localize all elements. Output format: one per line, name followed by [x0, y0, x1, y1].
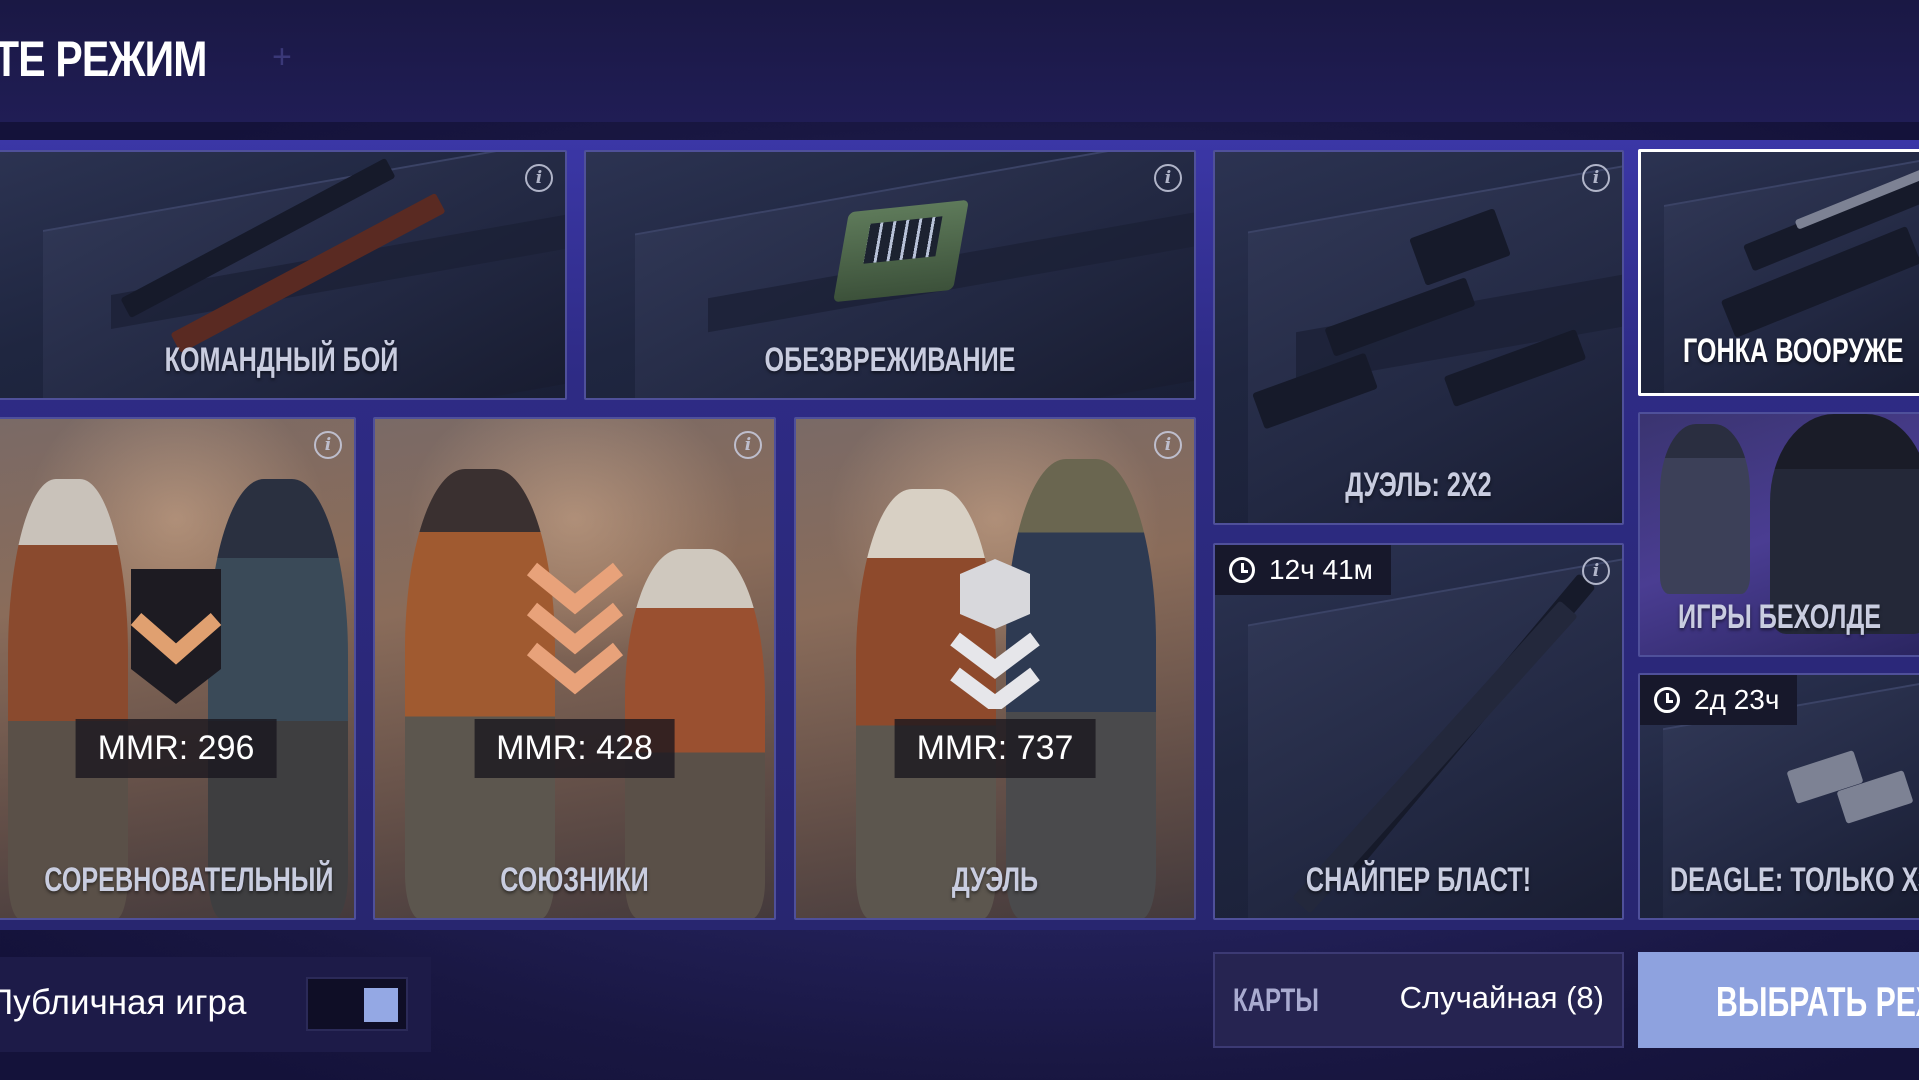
event-timer: 2д 23ч — [1640, 675, 1798, 725]
maps-value: Случайная (8) — [1399, 980, 1604, 1015]
mode-card-competitive[interactable]: i MMR: 296 СОРЕВНОВАТЕЛЬНЫЙ — [0, 417, 356, 920]
info-icon[interactable]: i — [1582, 164, 1610, 192]
public-game-row: Публичная игра — [0, 957, 431, 1052]
info-icon[interactable]: i — [1154, 431, 1182, 459]
mode-card-team-deathmatch[interactable]: i КОМАНДНЫЙ БОЙ — [0, 150, 567, 400]
mode-card-duel[interactable]: i MMR: 737 ДУЭЛЬ — [794, 417, 1196, 920]
info-icon[interactable]: i — [1154, 164, 1182, 192]
rank-badge-icon — [950, 559, 1040, 709]
mode-label: ИГРЫ БЕХОЛДЕ — [1678, 598, 1882, 636]
page-title: ТЕ РЕЖИМ — [0, 31, 207, 87]
mode-card-duel-2x2[interactable]: i ДУЭЛЬ: 2X2 — [1213, 150, 1624, 525]
clock-icon — [1654, 687, 1680, 713]
info-icon[interactable]: i — [314, 431, 342, 459]
mode-label: ДУЭЛЬ — [951, 861, 1039, 899]
mode-card-deagle-only[interactable]: 2д 23ч DEAGLE: ТОЛЬКО ХЭ — [1638, 673, 1919, 920]
mode-card-arms-race[interactable]: ГОНКА ВООРУЖЕ — [1638, 149, 1919, 396]
public-game-toggle[interactable] — [306, 977, 408, 1031]
mode-card-holder-games[interactable]: ИГРЫ БЕХОЛДЕ — [1638, 412, 1919, 657]
mode-card-sniper-blast[interactable]: i 12ч 41м СНАЙПЕР БЛАСТ! — [1213, 543, 1624, 920]
info-icon[interactable]: i — [525, 164, 553, 192]
mmr-badge: MMR: 737 — [894, 719, 1096, 778]
mode-card-allies[interactable]: i MMR: 428 СОЮЗНИКИ — [373, 417, 776, 920]
choose-mode-label: ВЫБРАТЬ РЕЖ — [1716, 978, 1919, 1025]
bomb-image — [833, 199, 970, 303]
maps-label: КАРТЫ — [1233, 982, 1319, 1018]
mmr-badge: MMR: 428 — [474, 719, 675, 778]
mode-label: КОМАНДНЫЙ БОЙ — [164, 341, 399, 379]
timer-text: 12ч 41м — [1269, 554, 1373, 585]
mode-label: DEAGLE: ТОЛЬКО ХЭ — [1670, 861, 1919, 899]
mode-label: СНАЙПЕР БЛАСТ! — [1305, 861, 1532, 899]
choose-mode-button[interactable]: ВЫБРАТЬ РЕЖ — [1638, 952, 1919, 1048]
plus-decoration-icon: + — [272, 38, 292, 76]
event-timer: 12ч 41м — [1215, 545, 1391, 595]
mode-label: ОБЕЗВРЕЖИВАНИЕ — [764, 341, 1016, 379]
maps-selector[interactable]: КАРТЫ Случайная (8) — [1213, 952, 1624, 1048]
mode-label: СОЮЗНИКИ — [500, 861, 649, 899]
info-icon[interactable]: i — [734, 431, 762, 459]
terrorist-figure — [8, 479, 128, 918]
info-icon[interactable]: i — [1582, 557, 1610, 585]
runner-figure — [1660, 424, 1750, 594]
public-game-label: Публичная игра — [0, 983, 247, 1022]
mode-card-defuse[interactable]: i ОБЕЗВРЕЖИВАНИЕ — [584, 150, 1196, 400]
timer-text: 2д 23ч — [1694, 684, 1780, 715]
rank-badge-icon — [526, 562, 623, 695]
mmr-badge: MMR: 296 — [75, 719, 277, 778]
mode-label: ГОНКА ВООРУЖЕ — [1683, 332, 1904, 370]
mode-label: ДУЭЛЬ: 2X2 — [1345, 466, 1492, 504]
toggle-knob — [364, 988, 398, 1022]
header: ТЕ РЕЖИМ + — [0, 0, 1919, 122]
clock-icon — [1229, 557, 1255, 583]
rank-badge-icon — [130, 569, 222, 704]
mode-label: СОРЕВНОВАТЕЛЬНЫЙ — [44, 861, 334, 899]
